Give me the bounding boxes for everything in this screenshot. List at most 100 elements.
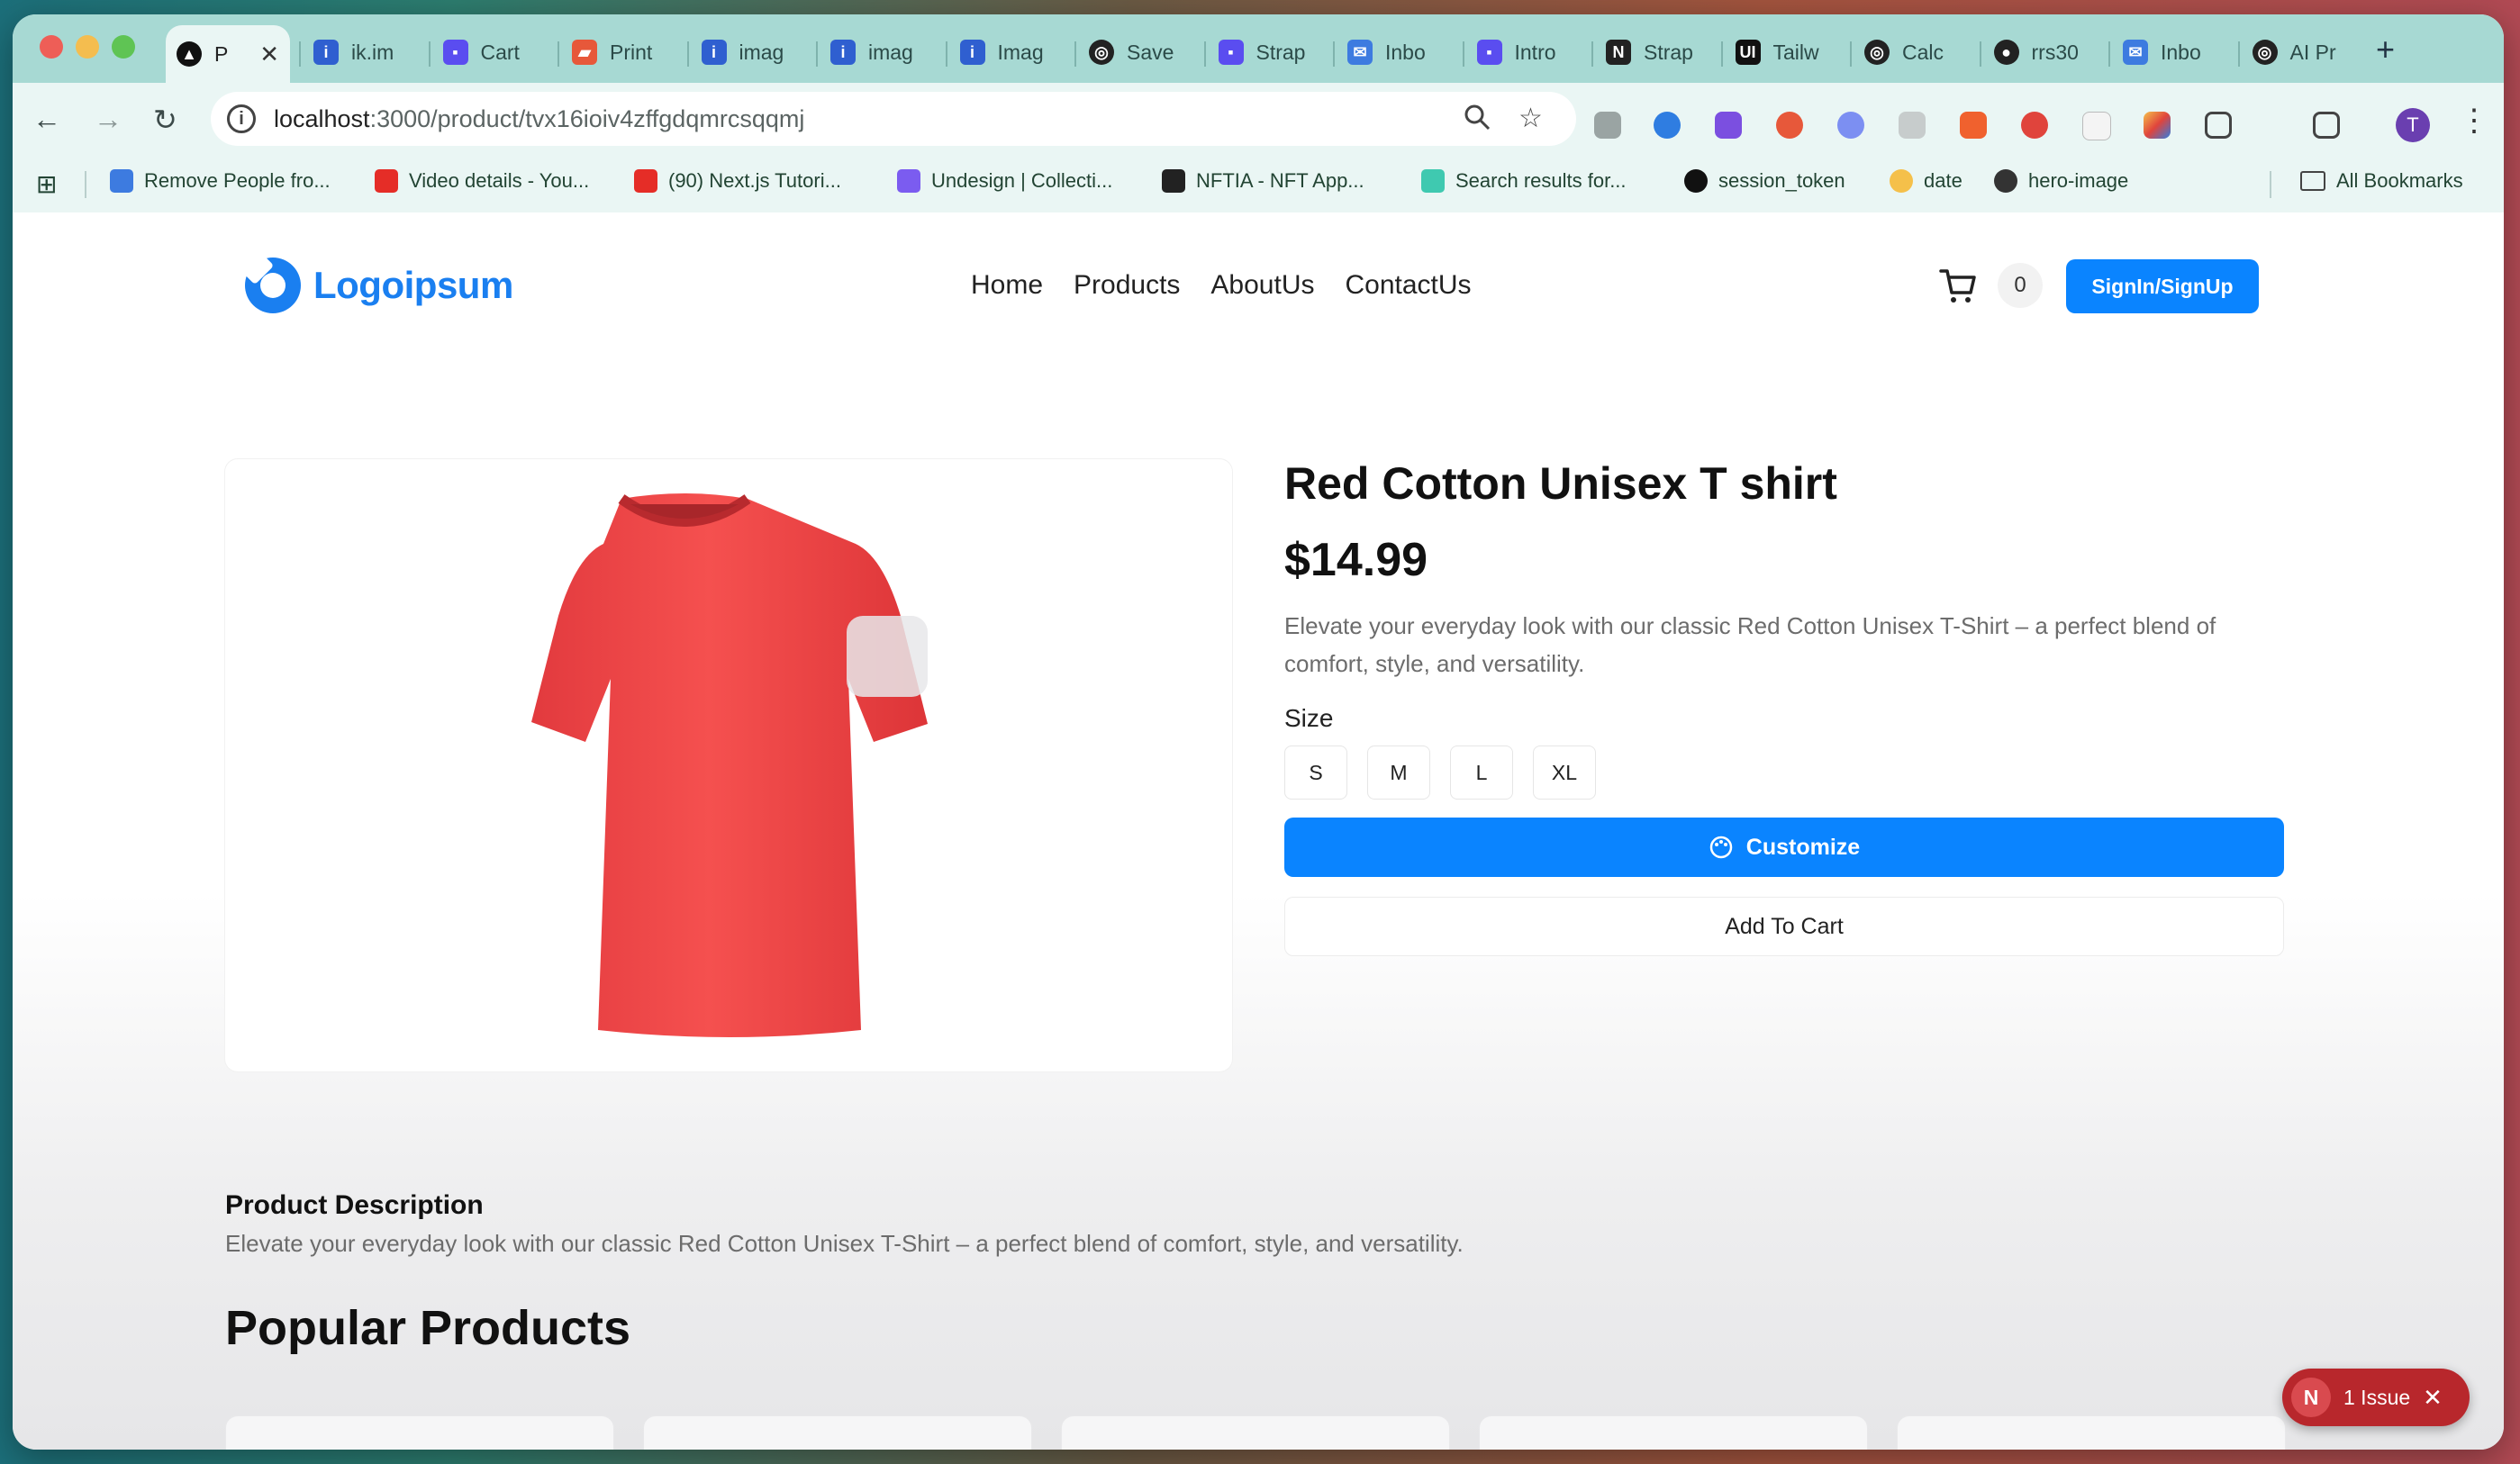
url-path: :3000/product/tvx16ioiv4zffgdqmrcsqqmj bbox=[369, 104, 805, 132]
extension-icon[interactable] bbox=[1899, 112, 1926, 139]
new-tab-button[interactable]: + bbox=[2376, 31, 2395, 68]
popular-product-card[interactable] bbox=[1479, 1415, 1868, 1450]
tab-item[interactable]: ▰ Print bbox=[561, 27, 684, 77]
add-to-cart-button[interactable]: Add To Cart bbox=[1284, 897, 2284, 956]
puzzle-extensions-icon[interactable] bbox=[2205, 112, 2232, 139]
tab-item[interactable]: ✉ Inbo bbox=[2112, 27, 2234, 77]
extension-icon[interactable] bbox=[2144, 112, 2171, 139]
close-window-button[interactable] bbox=[40, 35, 63, 59]
tab-item[interactable]: UI Tailw bbox=[1725, 27, 1847, 77]
tab-label: AI Pr bbox=[2289, 40, 2336, 64]
extension-icon[interactable] bbox=[2021, 112, 2048, 139]
bookmark-item[interactable]: Search results for... bbox=[1421, 169, 1627, 193]
print-favicon-icon: ▰ bbox=[572, 40, 597, 65]
tab-item[interactable]: i Imag bbox=[949, 27, 1072, 77]
nav-products[interactable]: Products bbox=[1074, 270, 1180, 301]
nav-contactus[interactable]: ContactUs bbox=[1346, 270, 1472, 301]
bookmark-item[interactable]: session_token bbox=[1684, 169, 1845, 193]
tab-item[interactable]: i imag bbox=[691, 27, 813, 77]
bookmark-item[interactable]: hero-image bbox=[1994, 169, 2128, 193]
tab-label: imag bbox=[868, 40, 913, 64]
openai-favicon-icon: ◎ bbox=[2252, 40, 2278, 65]
tab-item[interactable]: ◎ Save bbox=[1078, 27, 1201, 77]
minimize-window-button[interactable] bbox=[76, 35, 99, 59]
tab-label: Imag bbox=[997, 40, 1044, 64]
reload-icon[interactable]: ↻ bbox=[153, 103, 177, 137]
nav-home[interactable]: Home bbox=[971, 270, 1043, 301]
back-arrow-icon[interactable]: ← bbox=[32, 103, 61, 136]
bookmark-label: (90) Next.js Tutori... bbox=[668, 169, 841, 192]
site-logo[interactable]: Logoipsum bbox=[245, 258, 513, 313]
bookmark-star-icon[interactable]: ☆ bbox=[1518, 103, 1543, 134]
tab-active[interactable]: ▲ P ✕ bbox=[166, 25, 290, 83]
nav-aboutus[interactable]: AboutUs bbox=[1210, 270, 1314, 301]
tab-search-icon[interactable] bbox=[2313, 112, 2340, 139]
close-tab-icon[interactable]: ✕ bbox=[247, 41, 279, 68]
bookmark-label: date bbox=[1924, 169, 1963, 192]
extension-icon[interactable] bbox=[2082, 112, 2111, 140]
signin-signup-button[interactable]: SignIn/SignUp bbox=[2066, 259, 2259, 313]
bookmark-item[interactable]: date bbox=[1890, 169, 1963, 193]
tab-item[interactable]: ◎ Calc bbox=[1854, 27, 1976, 77]
bookmark-item[interactable]: (90) Next.js Tutori... bbox=[634, 169, 841, 193]
issue-count-label: 1 Issue bbox=[2343, 1385, 2411, 1409]
product-image-card bbox=[225, 459, 1232, 1071]
bookmark-item[interactable]: Undesign | Collecti... bbox=[897, 169, 1112, 193]
cart-button[interactable]: 0 bbox=[1938, 263, 2043, 308]
tab-item[interactable]: ▪ Cart bbox=[432, 27, 555, 77]
url-host: localhost bbox=[274, 104, 370, 132]
tab-item[interactable]: i ik.im bbox=[303, 27, 425, 77]
tab-item[interactable]: N Strap bbox=[1595, 27, 1718, 77]
extension-icon[interactable] bbox=[1715, 112, 1742, 139]
extension-icon[interactable] bbox=[1654, 112, 1681, 139]
nextjs-logo-icon: N bbox=[2291, 1378, 2331, 1417]
site-info-icon[interactable]: i bbox=[227, 104, 256, 133]
size-option-m[interactable]: M bbox=[1367, 746, 1430, 800]
close-issue-icon[interactable]: ✕ bbox=[2423, 1384, 2443, 1412]
product-short-description: Elevate your everyday look with our clas… bbox=[1284, 612, 2216, 677]
all-bookmarks[interactable]: All Bookmarks bbox=[2300, 169, 2463, 193]
popular-product-card[interactable] bbox=[1897, 1415, 2286, 1450]
forward-arrow-icon[interactable]: → bbox=[94, 103, 122, 136]
extension-icon[interactable] bbox=[1837, 112, 1864, 139]
tab-item[interactable]: ✉ Inbo bbox=[1337, 27, 1459, 77]
tab-separator bbox=[816, 41, 818, 67]
extension-icon[interactable] bbox=[1776, 112, 1803, 139]
extension-icon[interactable] bbox=[1594, 112, 1621, 139]
nextjs-issue-badge[interactable]: N 1 Issue ✕ bbox=[2282, 1369, 2470, 1426]
address-bar[interactable]: i localhost:3000/product/tvx16ioiv4zffgd… bbox=[211, 92, 1576, 146]
bookmark-separator bbox=[85, 171, 86, 198]
extension-icon[interactable] bbox=[1960, 112, 1987, 139]
tab-item[interactable]: ▪ Intro bbox=[1466, 27, 1589, 77]
tab-separator bbox=[1720, 41, 1723, 67]
apps-grid-icon[interactable]: ⊞ bbox=[36, 169, 57, 199]
size-option-l[interactable]: L bbox=[1450, 746, 1513, 800]
tab-label: Inbo bbox=[1385, 40, 1426, 64]
profile-avatar[interactable]: T bbox=[2396, 108, 2430, 142]
tab-item[interactable]: ● rrs30 bbox=[1983, 27, 2106, 77]
popular-product-card[interactable] bbox=[1061, 1415, 1450, 1450]
browser-menu-icon[interactable]: ⋮ bbox=[2459, 103, 2489, 139]
bookmark-label: NFTIA - NFT App... bbox=[1196, 169, 1364, 192]
bookmark-item[interactable]: Video details - You... bbox=[375, 169, 589, 193]
web-page: Logoipsum Home Products AboutUs ContactU… bbox=[13, 212, 2504, 1450]
bookmark-favicon-icon bbox=[1684, 169, 1708, 193]
size-option-s[interactable]: S bbox=[1284, 746, 1347, 800]
tab-item[interactable]: ▪ Strap bbox=[1208, 27, 1330, 77]
popular-product-card[interactable] bbox=[643, 1415, 1032, 1450]
bookmark-item[interactable]: NFTIA - NFT App... bbox=[1162, 169, 1364, 193]
tab-item[interactable]: i imag bbox=[820, 27, 942, 77]
tab-item[interactable]: ◎ AI Pr bbox=[2242, 27, 2364, 77]
maximize-window-button[interactable] bbox=[112, 35, 135, 59]
product-description-text: Elevate your everyday look with our clas… bbox=[225, 1230, 1464, 1257]
bookmark-favicon-icon bbox=[1890, 169, 1913, 193]
zoom-icon[interactable] bbox=[1463, 103, 1491, 139]
bookmark-favicon-icon bbox=[110, 169, 133, 193]
openai-favicon-icon: ◎ bbox=[1089, 40, 1114, 65]
popular-product-card[interactable] bbox=[225, 1415, 614, 1450]
bookmark-item[interactable]: Remove People fro... bbox=[110, 169, 331, 193]
customize-button[interactable]: Customize bbox=[1284, 818, 2284, 877]
tab-separator bbox=[2108, 41, 2110, 67]
product-title: Red Cotton Unisex T shirt bbox=[1284, 458, 1837, 509]
size-option-xl[interactable]: XL bbox=[1533, 746, 1596, 800]
